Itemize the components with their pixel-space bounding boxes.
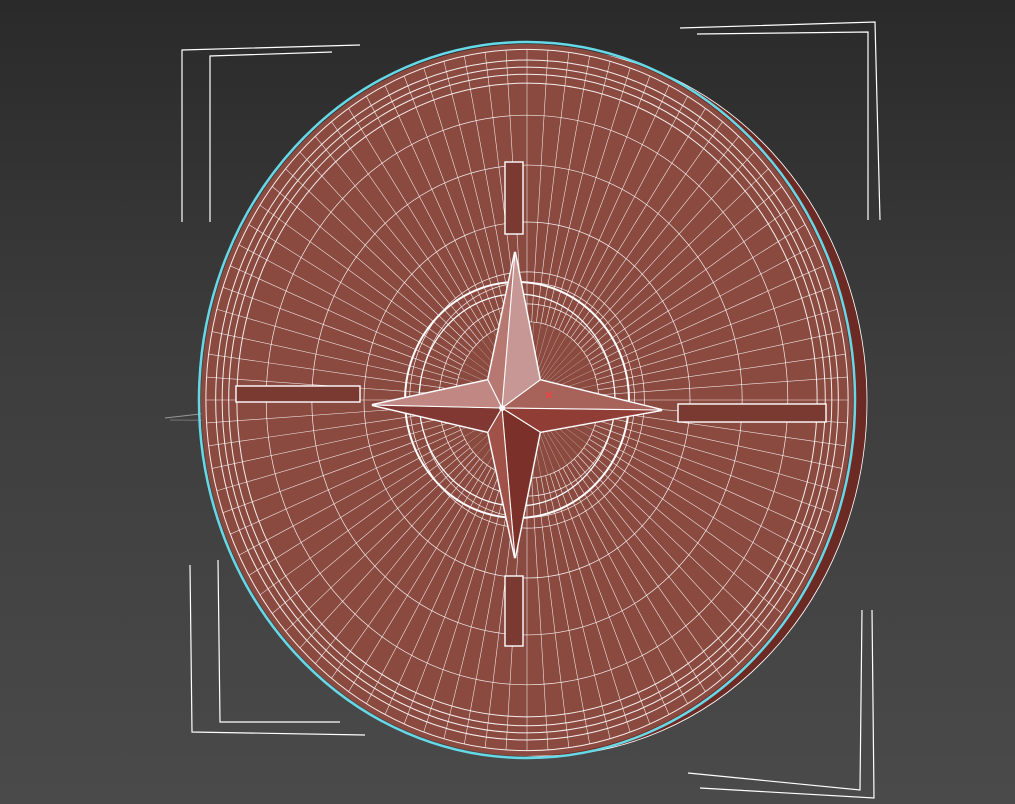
viewport-scene	[164, 21, 881, 799]
slot-right	[677, 403, 827, 423]
slot-top	[504, 161, 524, 235]
pivot-dot	[499, 405, 505, 411]
shield-disc-mesh[interactable]	[197, 40, 868, 760]
slot-left	[235, 385, 361, 403]
slot-bottom	[504, 575, 524, 647]
3d-viewport[interactable]	[0, 0, 1015, 804]
